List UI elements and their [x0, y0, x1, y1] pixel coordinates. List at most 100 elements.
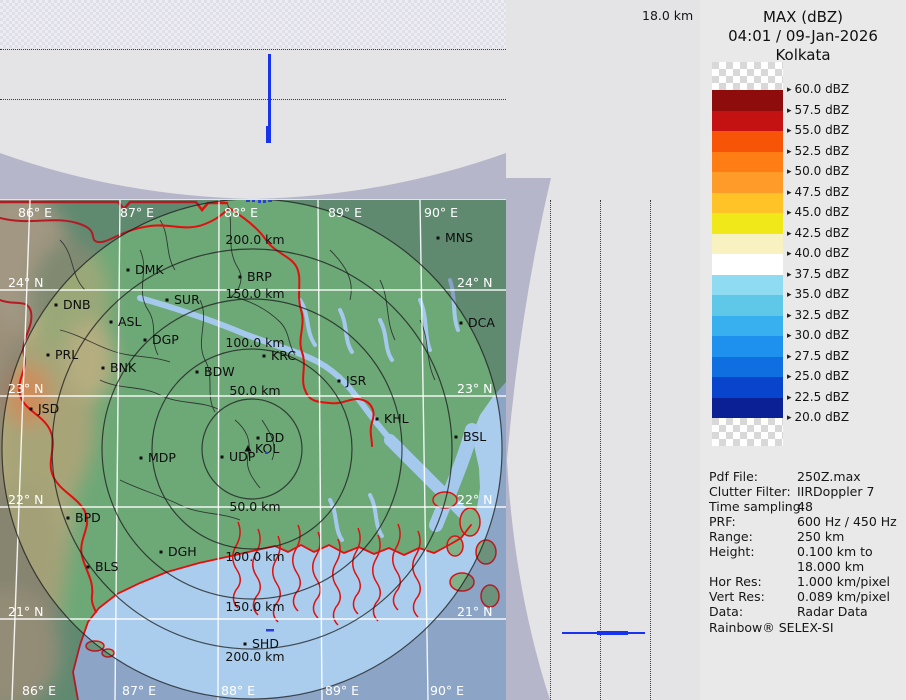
scale-tick-arrow: ▸: [787, 188, 792, 198]
scale-tick-label: 42.5 dBZ: [795, 226, 850, 240]
lon-label-bottom: 86° E: [22, 683, 56, 698]
scale-tick: ▸27.5 dBZ: [787, 349, 849, 363]
lat-label-left: 21° N: [8, 604, 43, 619]
scale-tick-label: 27.5 dBZ: [795, 349, 850, 363]
scale-tick: ▸60.0 dBZ: [787, 82, 849, 96]
echo-column-trace: [268, 54, 271, 137]
city-marker: [102, 367, 105, 370]
city-marker: [140, 457, 143, 460]
no-data-wedge-right: [506, 149, 700, 700]
scale-tick: ▸37.5 dBZ: [787, 267, 849, 281]
info-row: 18.000 km: [709, 559, 905, 574]
range-ring-label: 200.0 km: [225, 649, 284, 664]
scale-tick: ▸50.0 dBZ: [787, 164, 849, 178]
scale-tick-arrow: ▸: [787, 352, 792, 362]
city-marker: [437, 237, 440, 240]
city-marker: [166, 299, 169, 302]
range-ring-label: 150.0 km: [225, 599, 284, 614]
scale-tick-arrow: ▸: [787, 85, 792, 95]
scale-tick-label: 20.0 dBZ: [795, 410, 850, 424]
info-value: 48: [797, 499, 905, 514]
scale-tick: ▸55.0 dBZ: [787, 123, 849, 137]
lat-label-right: 21° N: [457, 604, 492, 619]
scale-tick-label: 35.0 dBZ: [795, 287, 850, 301]
lat-label-left: 22° N: [8, 492, 43, 507]
scale-tick-label: 55.0 dBZ: [795, 123, 850, 137]
no-data-checker-band: [0, 0, 506, 49]
scan-cone-top-strip: [0, 149, 506, 200]
scale-tick-label: 22.5 dBZ: [795, 390, 850, 404]
city-label: JSR: [345, 373, 367, 388]
scale-tick: ▸57.5 dBZ: [787, 103, 849, 117]
scale-tick: ▸42.5 dBZ: [787, 226, 849, 240]
scale-tick: ▸32.5 dBZ: [787, 308, 849, 322]
city-marker: [87, 566, 90, 569]
height-gridline: [0, 99, 506, 100]
city-label: UDP: [229, 449, 256, 464]
city-label: BLS: [95, 559, 119, 574]
city-label: DGH: [168, 544, 197, 559]
wedge-right: [253, 153, 506, 199]
echo-column-trace-thick: [266, 126, 271, 143]
lat-label-right: 23° N: [457, 381, 492, 396]
height-gridline-v: [550, 200, 551, 700]
scale-tick: ▸20.0 dBZ: [787, 410, 849, 424]
scale-tick-arrow: ▸: [787, 290, 792, 300]
radar-app-window: 18.0 km 0.1 km: [0, 0, 906, 700]
city-label: DCA: [468, 315, 495, 330]
city-label: DMK: [135, 262, 164, 277]
city-marker: [30, 408, 33, 411]
city-marker: [257, 437, 260, 440]
city-marker: [127, 269, 130, 272]
scale-tick-label: 37.5 dBZ: [795, 267, 850, 281]
range-ring-label: 50.0 km: [229, 383, 280, 398]
info-row: Height:0.100 km to: [709, 544, 905, 559]
scale-tick-label: 60.0 dBZ: [795, 82, 850, 96]
info-label: Clutter Filter:: [709, 484, 797, 499]
city-marker: [338, 380, 341, 383]
city-marker: [144, 339, 147, 342]
info-value: Radar Data: [797, 604, 905, 619]
scale-tick: ▸52.5 dBZ: [787, 144, 849, 158]
lon-label-bottom: 89° E: [325, 683, 359, 698]
radar-map[interactable]: 200.0 km150.0 km100.0 km50.0 km50.0 km10…: [0, 200, 506, 700]
scale-tick-label: 57.5 dBZ: [795, 103, 850, 117]
lon-label-top: 88° E: [224, 205, 258, 220]
range-ring-label: 100.0 km: [225, 549, 284, 564]
lon-label-bottom: 88° E: [221, 683, 255, 698]
height-gridline-v: [600, 200, 601, 700]
height-gridline: [0, 49, 506, 50]
city-label: BRP: [247, 269, 272, 284]
scale-tick-arrow: ▸: [787, 413, 792, 423]
scale-tick: ▸45.0 dBZ: [787, 205, 849, 219]
city-marker: [263, 355, 266, 358]
lat-label-left: 23° N: [8, 381, 43, 396]
top-projection-panel: [0, 0, 506, 149]
scale-tick-arrow: ▸: [787, 167, 792, 177]
city-label: MNS: [445, 230, 473, 245]
lon-label-bottom: 87° E: [122, 683, 156, 698]
city-label: BSL: [463, 429, 486, 444]
legend-panel: MAX (dBZ) 04:01 / 09-Jan-2026 Kolkata ▸6…: [700, 0, 906, 700]
info-row: Clutter Filter:IIRDoppler 7: [709, 484, 905, 499]
city-marker: [376, 418, 379, 421]
info-value: 18.000 km: [797, 559, 905, 574]
scale-tick: ▸47.5 dBZ: [787, 185, 849, 199]
city-label: JSD: [37, 401, 59, 416]
city-marker: [110, 321, 113, 324]
range-ring-label: 50.0 km: [229, 499, 280, 514]
city-label: BDW: [204, 364, 235, 379]
scale-tick-label: 50.0 dBZ: [795, 164, 850, 178]
no-data-wedges-top: [0, 149, 506, 200]
scale-tick-label: 30.0 dBZ: [795, 328, 850, 342]
scale-tick-arrow: ▸: [787, 249, 792, 259]
city-marker: [67, 517, 70, 520]
wedge-left: [0, 153, 253, 199]
info-value: 600 Hz / 450 Hz: [797, 514, 905, 529]
city-label: DNB: [63, 297, 91, 312]
dbz-color-scale: [712, 62, 783, 446]
software-brand: Rainbow® SELEX-SI: [709, 620, 834, 635]
city-label: MDP: [148, 450, 176, 465]
lat-label-left: 24° N: [8, 275, 43, 290]
scale-tick-arrow: ▸: [787, 106, 792, 116]
